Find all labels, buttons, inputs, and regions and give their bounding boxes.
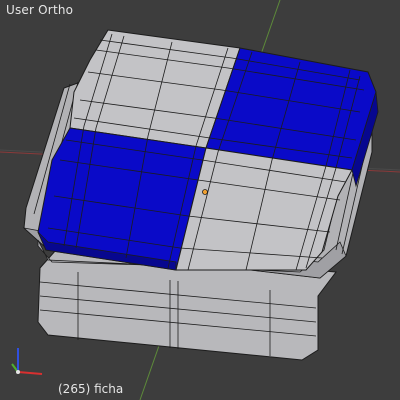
axes-gizmo	[11, 348, 43, 375]
gizmo-x-axis	[17, 371, 43, 375]
gizmo-origin	[16, 370, 20, 374]
object-origin	[202, 189, 208, 195]
top-block	[37, 29, 379, 273]
viewport-scene[interactable]	[0, 0, 400, 400]
view-mode-label: User Ortho	[6, 3, 74, 17]
3d-viewport[interactable]: User Ortho (265) ficha	[0, 0, 400, 400]
active-object-label: (265) ficha	[58, 382, 124, 396]
